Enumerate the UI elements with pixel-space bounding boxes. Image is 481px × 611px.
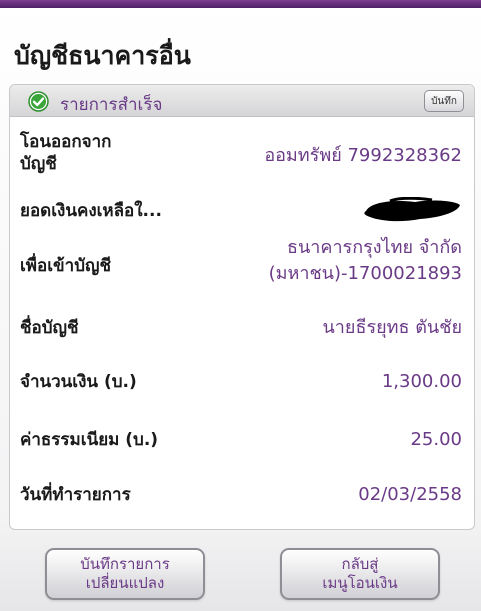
redacted-balance <box>364 197 460 222</box>
from-account-value: ออมทรัพย์ 7992328362 <box>264 145 462 166</box>
to-account-row: เพื่อเข้าบัญชี ธนาคารกรุงไทย จำกัด (มหาช… <box>20 235 462 295</box>
to-account-value: ธนาคารกรุงไทย จำกัด (มหาชน)-1700021893 <box>269 235 462 287</box>
balance-label: ยอดเงินคงเหลือใ... <box>20 201 162 221</box>
fee-label: ค่าธรรมเนียม (บ.) <box>20 430 159 450</box>
date-value: 02/03/2558 <box>358 484 462 505</box>
save-change-line2: เปลี่ยนแปลง <box>85 574 165 592</box>
amount-row: จำนวนเงิน (บ.) 1,300.00 <box>20 369 462 399</box>
page-title: บัญชีธนาคารอื่น <box>14 41 191 70</box>
account-name-value: นายธีรยุทธ ตันชัย <box>322 317 463 338</box>
fee-row: ค่าธรรมเนียม (บ.) 25.00 <box>20 427 462 457</box>
balance-row: ยอดเงินคงเหลือใ... <box>20 197 462 227</box>
account-name-row: ชื่อบัญชี นายธีรยุทธ ตันชัย <box>20 315 462 345</box>
amount-label: จำนวนเงิน (บ.) <box>20 372 137 392</box>
save-change-line1: บันทึกรายการ <box>80 555 170 573</box>
back-to-transfer-menu-button[interactable]: กลับสู่ เมนูโอนเงิน <box>280 548 440 600</box>
account-name-label: ชื่อบัญชี <box>20 318 79 338</box>
back-line2: เมนูโอนเงิน <box>322 574 398 592</box>
to-account-number: (มหาชน)-1700021893 <box>268 263 462 284</box>
save-button[interactable]: บันทึก <box>424 90 464 112</box>
from-account-label: โอนออกจาก บัญชี <box>20 131 111 175</box>
to-account-bank: ธนาคารกรุงไทย จำกัด <box>287 237 462 258</box>
amount-value: 1,300.00 <box>381 371 462 392</box>
from-account-label-line2: บัญชี <box>20 154 57 174</box>
date-label: วันที่ทำรายการ <box>20 485 131 505</box>
transaction-card: รายการสำเร็จ บันทึก โอนออกจาก บัญชี ออมท… <box>9 84 475 530</box>
from-account-label-line1: โอนออกจาก <box>20 132 112 152</box>
date-row: วันที่ทำรายการ 02/03/2558 <box>20 482 462 512</box>
back-line1: กลับสู่ <box>341 555 379 573</box>
check-circle-icon <box>28 91 49 112</box>
status-header: รายการสำเร็จ บันทึก <box>10 85 474 117</box>
top-bar <box>0 0 481 8</box>
from-account-row: โอนออกจาก บัญชี ออมทรัพย์ 7992328362 <box>20 131 462 181</box>
status-text: รายการสำเร็จ <box>60 95 163 115</box>
save-change-button[interactable]: บันทึกรายการ เปลี่ยนแปลง <box>45 548 205 600</box>
to-account-label: เพื่อเข้าบัญชี <box>20 256 112 276</box>
fee-value: 25.00 <box>410 429 462 450</box>
